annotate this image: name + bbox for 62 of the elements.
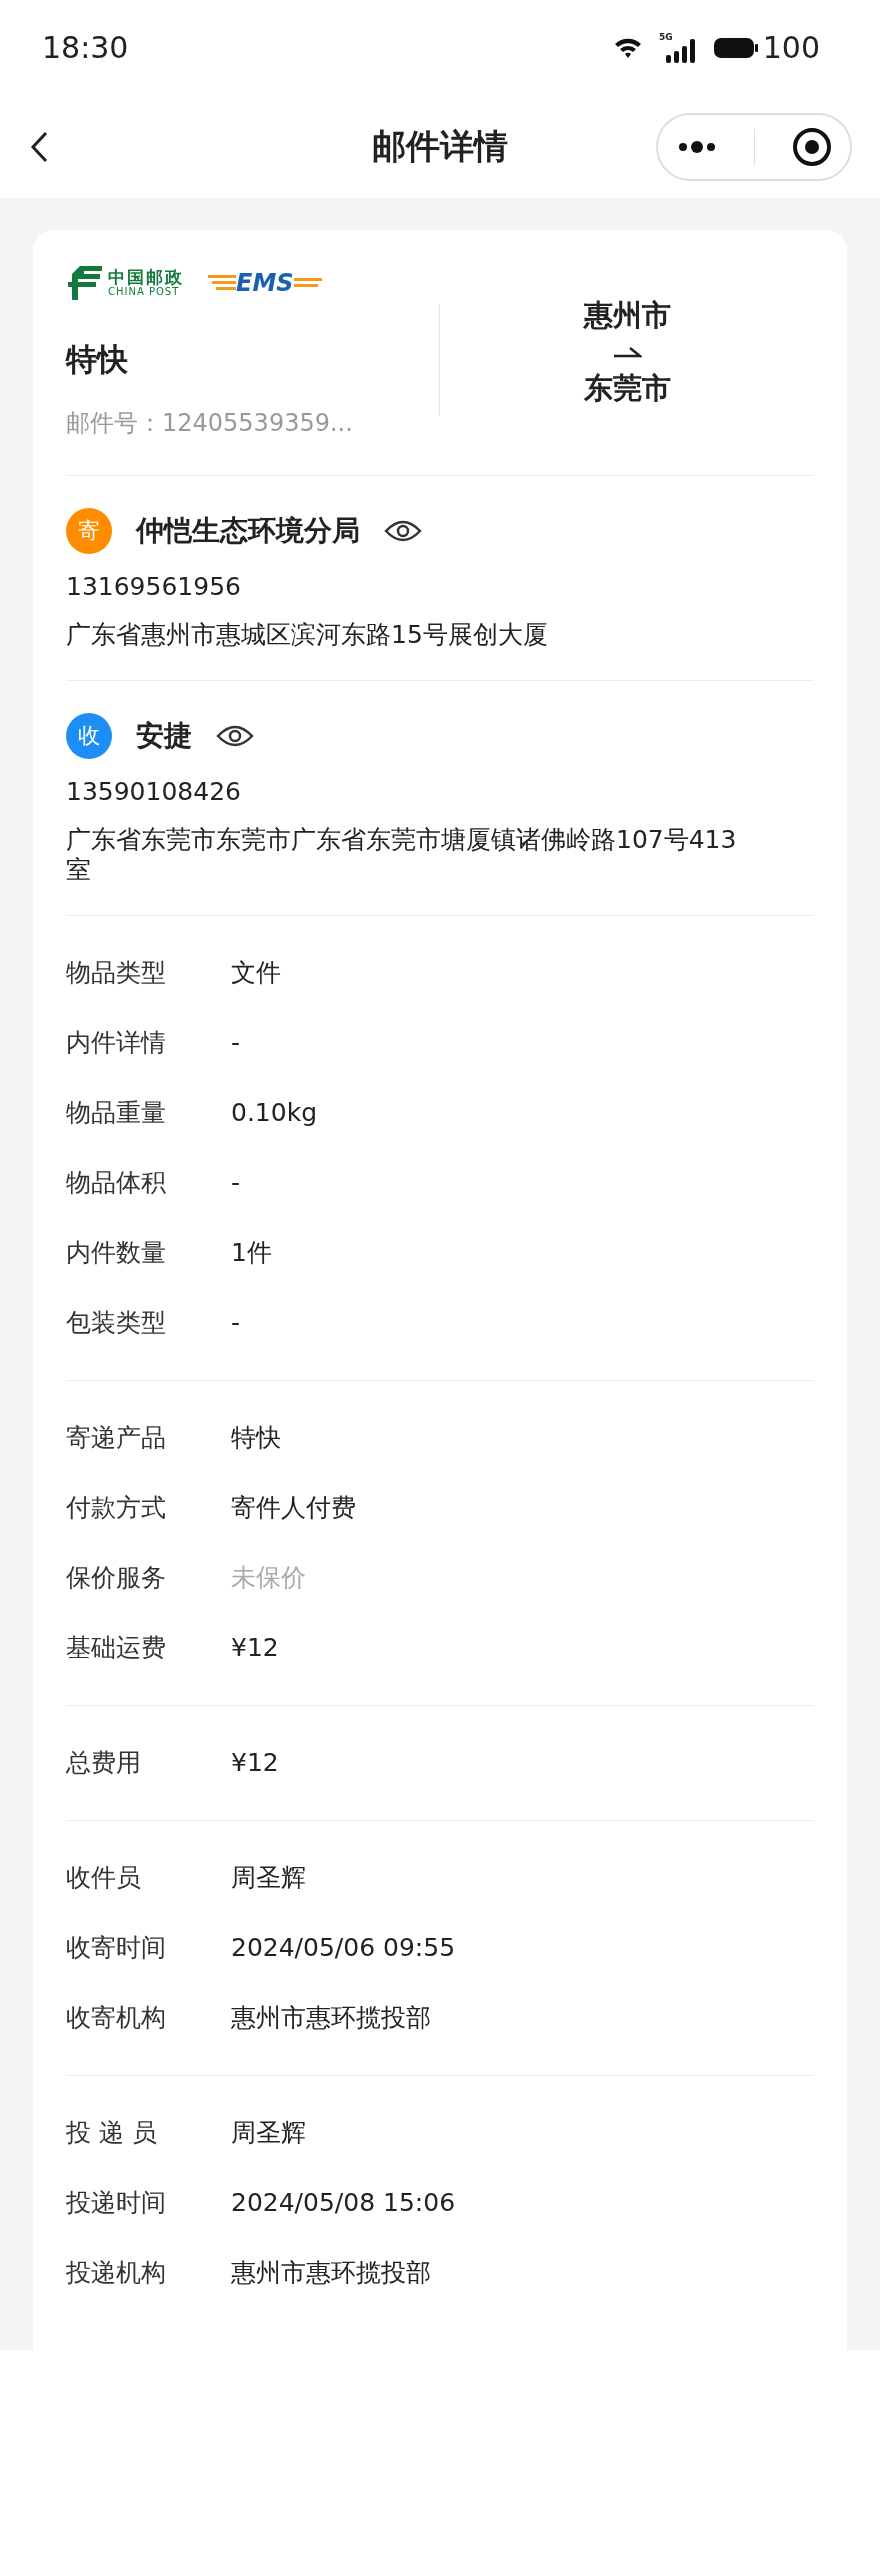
logo-text: 中国邮政 bbox=[108, 268, 184, 286]
phone-number: 13590108426 bbox=[66, 776, 242, 807]
field-label: 收寄时间 bbox=[66, 1931, 167, 1964]
field-label: 投递时间 bbox=[66, 2186, 167, 2219]
field-label: 物品重量 bbox=[66, 1096, 167, 1129]
stripes-icon bbox=[293, 276, 322, 290]
field-value: 周圣辉 bbox=[231, 2116, 306, 2149]
field-value: - bbox=[231, 1306, 241, 1339]
eye-icon[interactable] bbox=[216, 723, 254, 748]
contact-name: 安捷 bbox=[136, 717, 192, 754]
field-value: 惠州市惠环揽投部 bbox=[231, 2256, 431, 2289]
contact-name: 仲恺生态环境分局 bbox=[136, 512, 360, 549]
close-target-icon[interactable] bbox=[791, 126, 832, 167]
stripes-icon bbox=[208, 273, 236, 293]
field-label: 投 递 员 bbox=[66, 2116, 158, 2149]
field-label: 物品体积 bbox=[66, 1166, 167, 1199]
signal-icon bbox=[664, 38, 697, 63]
field-value: ¥12 bbox=[231, 1631, 279, 1664]
field-value: 特快 bbox=[231, 1421, 281, 1454]
field-label: 付款方式 bbox=[66, 1491, 167, 1524]
battery-level: 100 bbox=[762, 29, 820, 67]
field-label: 包装类型 bbox=[66, 1306, 167, 1339]
phone-number: 13169561956 bbox=[66, 571, 242, 602]
field-value: 2024/05/08 15:06 bbox=[231, 2186, 456, 2219]
mail-number: 邮件号：12405539359... bbox=[66, 407, 354, 439]
field-value: ¥12 bbox=[231, 1746, 279, 1779]
origin-city: 惠州市 bbox=[583, 296, 671, 334]
field-value: 1件 bbox=[231, 1236, 272, 1269]
role-badge: 收 bbox=[66, 712, 112, 759]
field-value: 未保价 bbox=[231, 1561, 306, 1594]
field-value: 寄件人付费 bbox=[231, 1491, 356, 1524]
page-title: 邮件详情 bbox=[372, 125, 508, 168]
logo-text: EMS bbox=[236, 271, 294, 295]
field-label: 基础运费 bbox=[66, 1631, 167, 1664]
field-value: - bbox=[231, 1026, 241, 1059]
network-label: 5G bbox=[659, 32, 673, 42]
field-value: 文件 bbox=[231, 956, 281, 989]
address-text: 广东省惠州市惠城区滨河东路15号展创大厦 bbox=[66, 619, 549, 650]
field-value: 惠州市惠环揽投部 bbox=[231, 2001, 431, 2034]
field-label: 保价服务 bbox=[66, 1561, 167, 1594]
product-name: 特快 bbox=[66, 340, 129, 379]
post-logo-icon bbox=[66, 264, 104, 302]
field-value: 周圣辉 bbox=[231, 1861, 306, 1894]
field-label: 内件详情 bbox=[66, 1026, 167, 1059]
field-value: 0.10kg bbox=[231, 1096, 317, 1129]
field-value: 2024/05/06 09:55 bbox=[231, 1931, 456, 1964]
field-label: 收寄机构 bbox=[66, 2001, 167, 2034]
field-label: 寄递产品 bbox=[66, 1421, 167, 1454]
field-label: 物品类型 bbox=[66, 956, 167, 989]
field-label: 投递机构 bbox=[66, 2256, 167, 2289]
field-label: 收件员 bbox=[66, 1861, 142, 1894]
role-badge: 寄 bbox=[66, 507, 112, 554]
field-label: 总费用 bbox=[66, 1746, 142, 1779]
field-label: 内件数量 bbox=[66, 1236, 167, 1269]
logo-text: CHINA POST bbox=[108, 285, 180, 298]
eye-icon[interactable] bbox=[384, 518, 422, 543]
status-time: 18:30 bbox=[42, 29, 129, 67]
destination-city: 东莞市 bbox=[583, 370, 671, 408]
more-icon[interactable] bbox=[676, 139, 717, 154]
field-value: - bbox=[231, 1166, 241, 1199]
address-text: 广东省东莞市东莞市广东省东莞市塘厦镇诸佛岭路107号413室 bbox=[66, 824, 738, 885]
battery-icon bbox=[712, 35, 759, 60]
